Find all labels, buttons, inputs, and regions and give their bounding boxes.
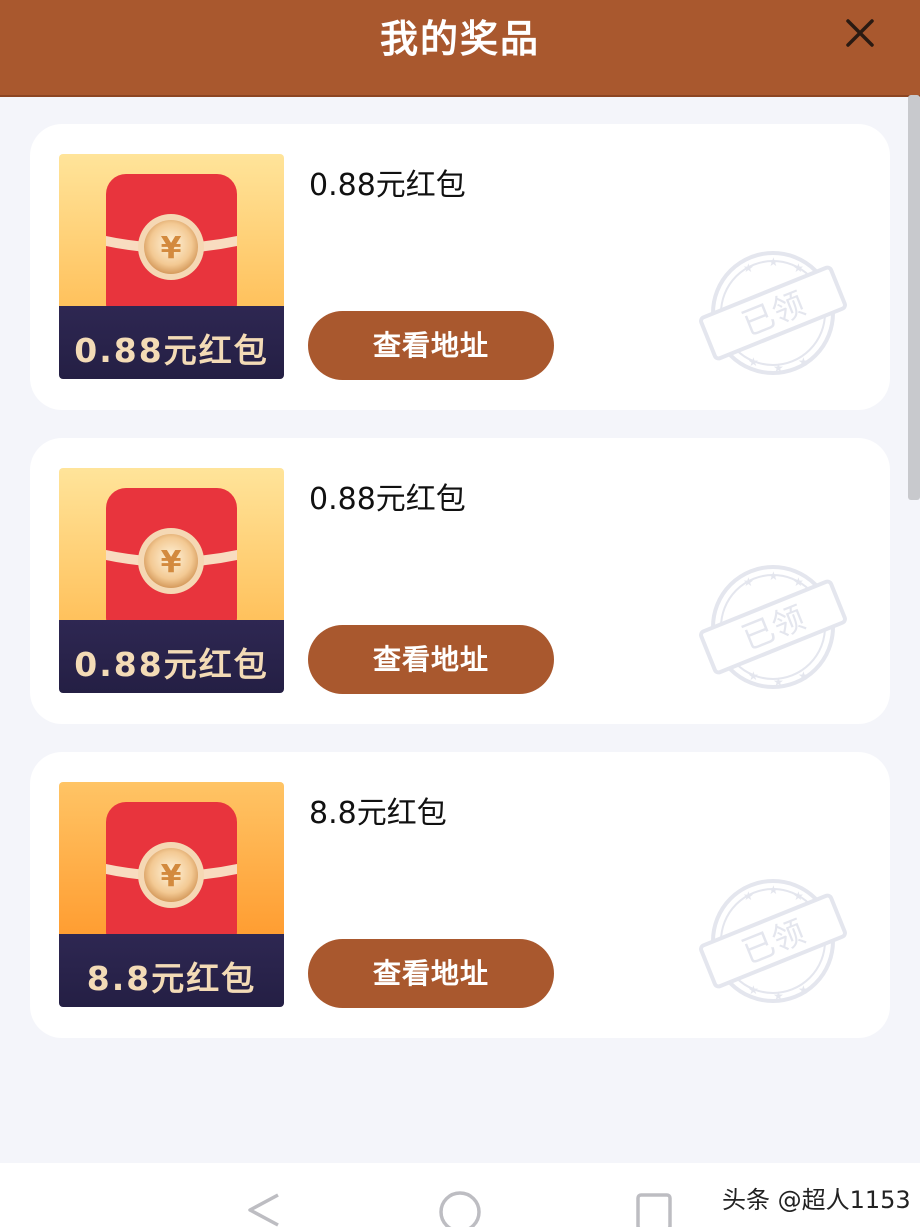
svg-text:¥: ¥ xyxy=(161,231,182,266)
view-address-button[interactable]: 查看地址 xyxy=(308,311,554,380)
svg-text:★: ★ xyxy=(773,361,784,375)
prize-name: 8.8元红包 xyxy=(309,796,447,831)
svg-text:★: ★ xyxy=(743,889,754,903)
svg-text:★: ★ xyxy=(768,883,779,897)
prize-name: 0.88元红包 xyxy=(309,168,466,203)
svg-text:★: ★ xyxy=(768,569,779,583)
header-bar: 我的奖品 xyxy=(0,0,920,97)
svg-text:★: ★ xyxy=(793,261,804,275)
svg-text:★: ★ xyxy=(793,575,804,589)
red-envelope-icon: ¥ xyxy=(59,782,284,940)
claimed-stamp-icon: 已领 ★ ★ ★ ★ ★ ★ xyxy=(699,565,847,689)
prize-card: ¥ 8.8元红包 8.8元红包 查看地址 已领 ★ ★ ★ ★ ★ ★ xyxy=(30,752,890,1038)
prize-thumbnail: ¥ 8.8元红包 xyxy=(59,782,284,1007)
svg-text:★: ★ xyxy=(798,669,809,683)
svg-text:★: ★ xyxy=(748,983,759,997)
svg-text:★: ★ xyxy=(798,983,809,997)
svg-text:¥: ¥ xyxy=(161,545,182,580)
watermark-text: 头条 @超人1153 xyxy=(722,1186,911,1214)
scrollbar[interactable] xyxy=(908,95,920,500)
prize-thumbnail: ¥ 0.88元红包 xyxy=(59,154,284,379)
claimed-stamp-icon: 已领 ★ ★ ★ ★ ★ ★ xyxy=(699,879,847,1003)
svg-text:★: ★ xyxy=(798,355,809,369)
thumbnail-label: 0.88元红包 xyxy=(74,331,269,370)
svg-text:★: ★ xyxy=(773,989,784,1003)
claimed-stamp-icon: 已领 ★ ★ ★ ★ ★ ★ xyxy=(699,251,847,375)
svg-text:★: ★ xyxy=(773,675,784,689)
page-title: 我的奖品 xyxy=(379,17,540,61)
svg-text:¥: ¥ xyxy=(161,859,182,894)
prize-card: ¥ 0.88元红包 0.88元红包 查看地址 已领 ★ ★ ★ ★ ★ ★ xyxy=(30,438,890,724)
svg-text:★: ★ xyxy=(748,669,759,683)
close-icon xyxy=(846,19,874,47)
svg-text:★: ★ xyxy=(748,355,759,369)
prize-card: ¥ 0.88元红包 0.88元红包 查看地址 已领 ★ ★ ★ ★ ★ ★ xyxy=(30,124,890,410)
svg-text:★: ★ xyxy=(768,255,779,269)
red-envelope-icon: ¥ xyxy=(59,154,284,312)
svg-text:★: ★ xyxy=(743,575,754,589)
red-envelope-icon: ¥ xyxy=(59,468,284,626)
prize-thumbnail: ¥ 0.88元红包 xyxy=(59,468,284,693)
svg-text:★: ★ xyxy=(743,261,754,275)
close-button[interactable] xyxy=(838,14,882,54)
thumbnail-label: 0.88元红包 xyxy=(74,645,269,684)
view-address-button[interactable]: 查看地址 xyxy=(308,939,554,1008)
back-triangle-icon[interactable] xyxy=(244,1191,284,1227)
home-circle-icon[interactable] xyxy=(438,1190,482,1227)
recents-square-icon[interactable] xyxy=(634,1191,674,1227)
prize-name: 0.88元红包 xyxy=(309,482,466,517)
thumbnail-label: 8.8元红包 xyxy=(86,959,257,998)
view-address-button[interactable]: 查看地址 xyxy=(308,625,554,694)
svg-text:★: ★ xyxy=(793,889,804,903)
